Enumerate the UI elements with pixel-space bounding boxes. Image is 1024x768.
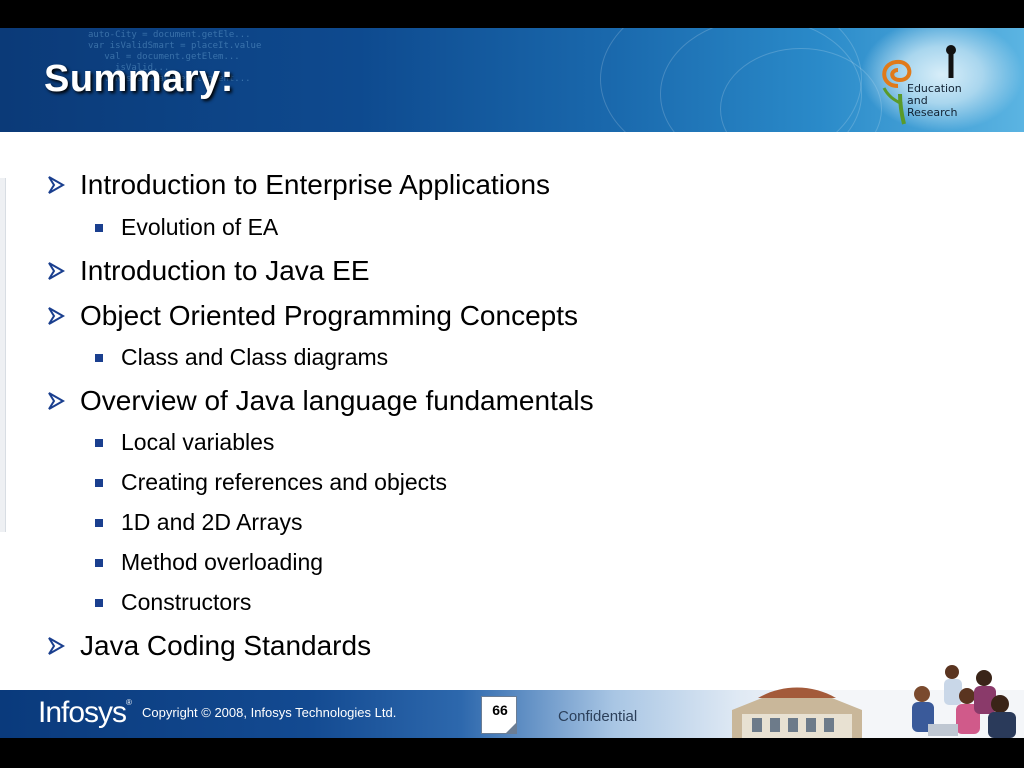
sub-bullet-item: Constructors (121, 589, 252, 615)
square-bullet-icon (95, 354, 103, 362)
square-bullet-icon (95, 224, 103, 232)
square-bullet-icon (95, 439, 103, 447)
sub-bullet-item: Creating references and objects (121, 469, 448, 495)
campus-students-photo-icon (732, 665, 1016, 738)
bullet-item: Java Coding Standards (80, 630, 372, 661)
copyright-text: Copyright © 2008, Infosys Technologies L… (142, 705, 397, 720)
arrow-bullet-icon (48, 637, 66, 655)
square-bullet-icon (95, 559, 103, 567)
bullet-item: Introduction to Enterprise Applications (80, 169, 551, 200)
sub-bullet-item: 1D and 2D Arrays (121, 509, 303, 535)
sub-bullet-item: Local variables (121, 429, 275, 455)
arrow-bullet-icon (48, 262, 66, 280)
slide: auto-City = document.getEle... var isVali… (0, 28, 1024, 738)
left-accent-bar (0, 178, 6, 532)
square-bullet-icon (95, 599, 103, 607)
bullet-item: Overview of Java language fundamentals (80, 385, 594, 416)
arrow-bullet-icon (48, 392, 66, 410)
page-number-box: 66 (481, 696, 517, 734)
square-bullet-icon (95, 479, 103, 487)
page-number: 66 (492, 702, 508, 718)
sub-bullet-item: Class and Class diagrams (121, 344, 389, 370)
square-bullet-icon (95, 519, 103, 527)
confidential-label: Confidential (558, 708, 638, 725)
header-banner: auto-City = document.getEle... var isVali… (0, 28, 1024, 132)
arrow-bullet-icon (48, 307, 66, 325)
sub-bullet-item: Evolution of EA (121, 214, 279, 240)
infosys-logo: Infosys® (38, 696, 132, 729)
sub-bullet-item: Method overloading (121, 549, 324, 575)
bullet-item: Object Oriented Programming Concepts (80, 300, 578, 331)
logo-text: Education and Research (907, 82, 962, 119)
slide-title: Summary: (44, 58, 234, 100)
bullet-item: Introduction to Java EE (80, 255, 370, 286)
arrow-bullet-icon (48, 176, 66, 194)
